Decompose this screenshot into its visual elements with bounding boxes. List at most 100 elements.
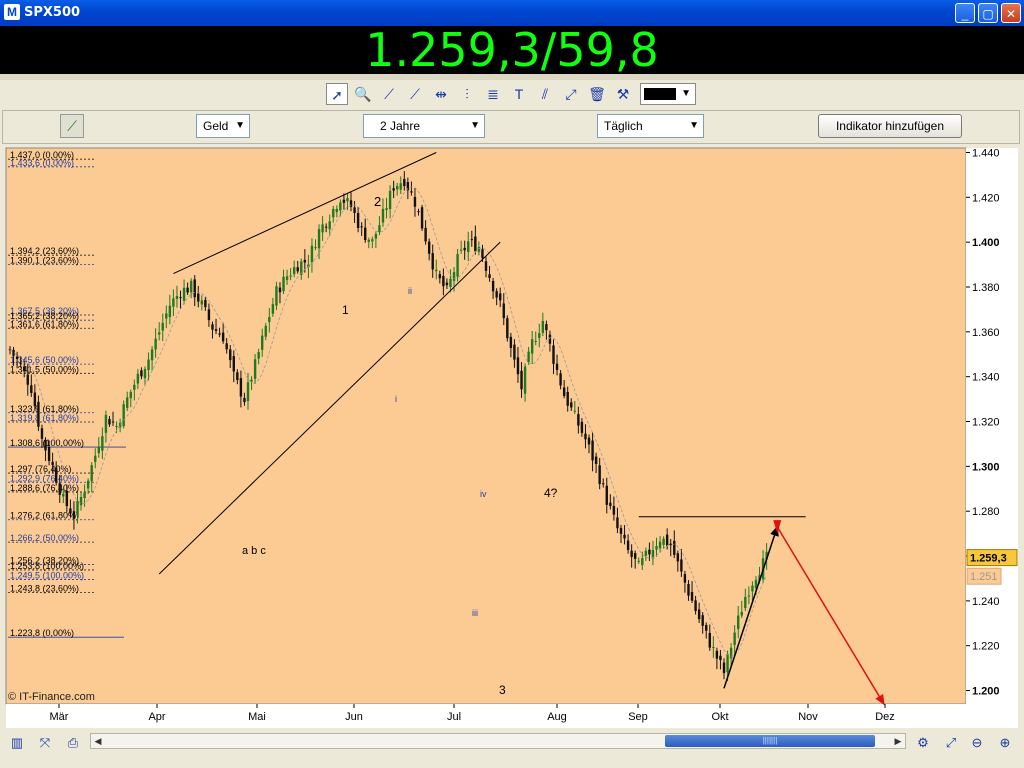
zoom-fit-icon[interactable]: ⤢	[940, 732, 962, 754]
x-tick-label: Nov	[798, 711, 818, 723]
candle-body	[353, 207, 356, 213]
candle-body	[76, 500, 79, 516]
x-tick-label: Apr	[148, 711, 165, 723]
price-type-select[interactable]: Geld ▼	[196, 114, 250, 138]
y-tick-label: 1.240	[972, 596, 1000, 608]
candle-body	[182, 287, 186, 301]
extend-icon[interactable]: ⤢	[560, 83, 582, 105]
chart-type-icon[interactable]: ▥	[6, 732, 28, 754]
scroll-left-icon[interactable]: ◀	[91, 734, 105, 748]
close-button[interactable]: ✕	[1001, 3, 1021, 23]
candle-body	[232, 356, 235, 372]
candle-body	[452, 272, 456, 281]
candle-body	[694, 600, 697, 611]
horizontal-line-icon[interactable]: ⇹	[430, 83, 452, 105]
candle-body	[399, 183, 402, 190]
candle-body	[562, 387, 566, 396]
candle-body	[530, 339, 534, 354]
fibonacci-icon[interactable]: ≣	[482, 83, 504, 105]
candle-body	[641, 558, 644, 566]
candle-body	[392, 188, 395, 191]
indicator-icon[interactable]: ⟋	[60, 114, 84, 138]
candle-body	[463, 247, 466, 251]
candle-body	[427, 241, 431, 254]
candle-body	[261, 335, 264, 350]
candle-body	[296, 267, 299, 272]
fib-level-label: 1.266,2 (50,00%)	[10, 533, 79, 543]
candle-body	[417, 211, 420, 213]
candle-body	[474, 236, 477, 252]
candle-body	[19, 362, 22, 364]
candle-body	[207, 309, 211, 321]
candle-body	[310, 245, 314, 263]
maximize-button[interactable]: ▢	[978, 3, 998, 23]
candle-body	[97, 447, 101, 454]
candle-body	[140, 370, 143, 377]
candle-body	[321, 224, 324, 233]
candle-body	[467, 241, 470, 253]
candle-body	[481, 249, 484, 259]
delete-icon[interactable]: 🗑	[586, 83, 608, 105]
zoom-icon[interactable]: 🔍	[352, 83, 374, 105]
candle-body	[740, 611, 743, 616]
candle-body	[626, 540, 630, 550]
minimize-button[interactable]: _	[955, 3, 975, 23]
candle-body	[509, 336, 513, 348]
line-icon[interactable]: ⟋	[378, 83, 400, 105]
candle-body	[726, 654, 729, 673]
candle-body	[23, 366, 26, 371]
vertical-line-icon[interactable]: ⫶	[456, 83, 478, 105]
candle-body	[360, 226, 363, 228]
candle-body	[637, 560, 640, 562]
candle-body	[488, 274, 491, 278]
candle-body	[491, 280, 495, 292]
color-picker[interactable]: ▼	[640, 83, 696, 105]
candle-body	[495, 291, 498, 298]
candle-body	[239, 378, 243, 397]
settings-icon[interactable]: ⚒	[612, 83, 634, 105]
candle-body	[541, 321, 545, 333]
fib-level-label: 1.292,9 (76,40%)	[10, 473, 79, 483]
candle-body	[630, 550, 633, 557]
text-icon[interactable]: T	[508, 83, 530, 105]
zoom-out-icon[interactable]: ⊖	[966, 732, 988, 754]
price-chart[interactable]: 1.440 1.420 1.400 1.380 1.360 1.340 1.320 1.300…	[2, 144, 1020, 728]
y-tick-label: 1.440	[972, 147, 1000, 159]
trendline-icon[interactable]: ⟋	[404, 83, 426, 105]
candle-body	[456, 254, 459, 277]
candle-body	[410, 191, 413, 193]
candle-body	[186, 287, 189, 293]
pointer-icon[interactable]: ➚	[326, 83, 348, 105]
candle-body	[15, 356, 19, 360]
candle-body	[499, 293, 502, 301]
candle-body	[385, 208, 388, 211]
interval-select[interactable]: Täglich ▼	[597, 114, 704, 138]
candle-body	[324, 226, 328, 228]
candle-body	[435, 269, 438, 272]
candle-body	[179, 297, 182, 299]
candle-body	[189, 280, 193, 293]
candle-body	[115, 426, 118, 428]
scroll-right-icon[interactable]: ▶	[891, 734, 905, 748]
period-select[interactable]: 2 Jahre ▼	[363, 114, 485, 138]
candle-body	[356, 212, 360, 229]
settings-icon[interactable]: ⚙	[912, 732, 934, 754]
candle-body	[413, 196, 417, 207]
wave-label: 3	[499, 683, 506, 697]
add-indicator-button[interactable]: Indikator hinzufügen	[818, 114, 962, 138]
candle-body	[701, 615, 704, 626]
print-icon[interactable]: ⎙	[62, 732, 84, 754]
candle-body	[51, 461, 54, 465]
channel-icon[interactable]: ⫽	[534, 83, 556, 105]
chevron-down-icon: ▼	[470, 120, 480, 131]
interval-value: Täglich	[604, 119, 643, 133]
horizontal-scrollbar[interactable]: ◀ ||||||| ▶	[90, 733, 906, 749]
zoom-in-icon[interactable]: ⊕	[994, 732, 1016, 754]
candle-body	[44, 440, 47, 451]
drawing-icon[interactable]: ⤧	[34, 732, 56, 754]
y-tick-label: 1.360	[972, 327, 1000, 339]
candle-body	[705, 624, 708, 631]
fib-level-label: 1.288,6 (76,40%)	[10, 483, 79, 493]
drawing-toolbar: ➚ 🔍 ⟋ ⟋ ⇹ ⫶ ≣ T ⫽ ⤢ 🗑 ⚒	[0, 80, 1024, 110]
scroll-thumb[interactable]: |||||||	[665, 735, 875, 747]
